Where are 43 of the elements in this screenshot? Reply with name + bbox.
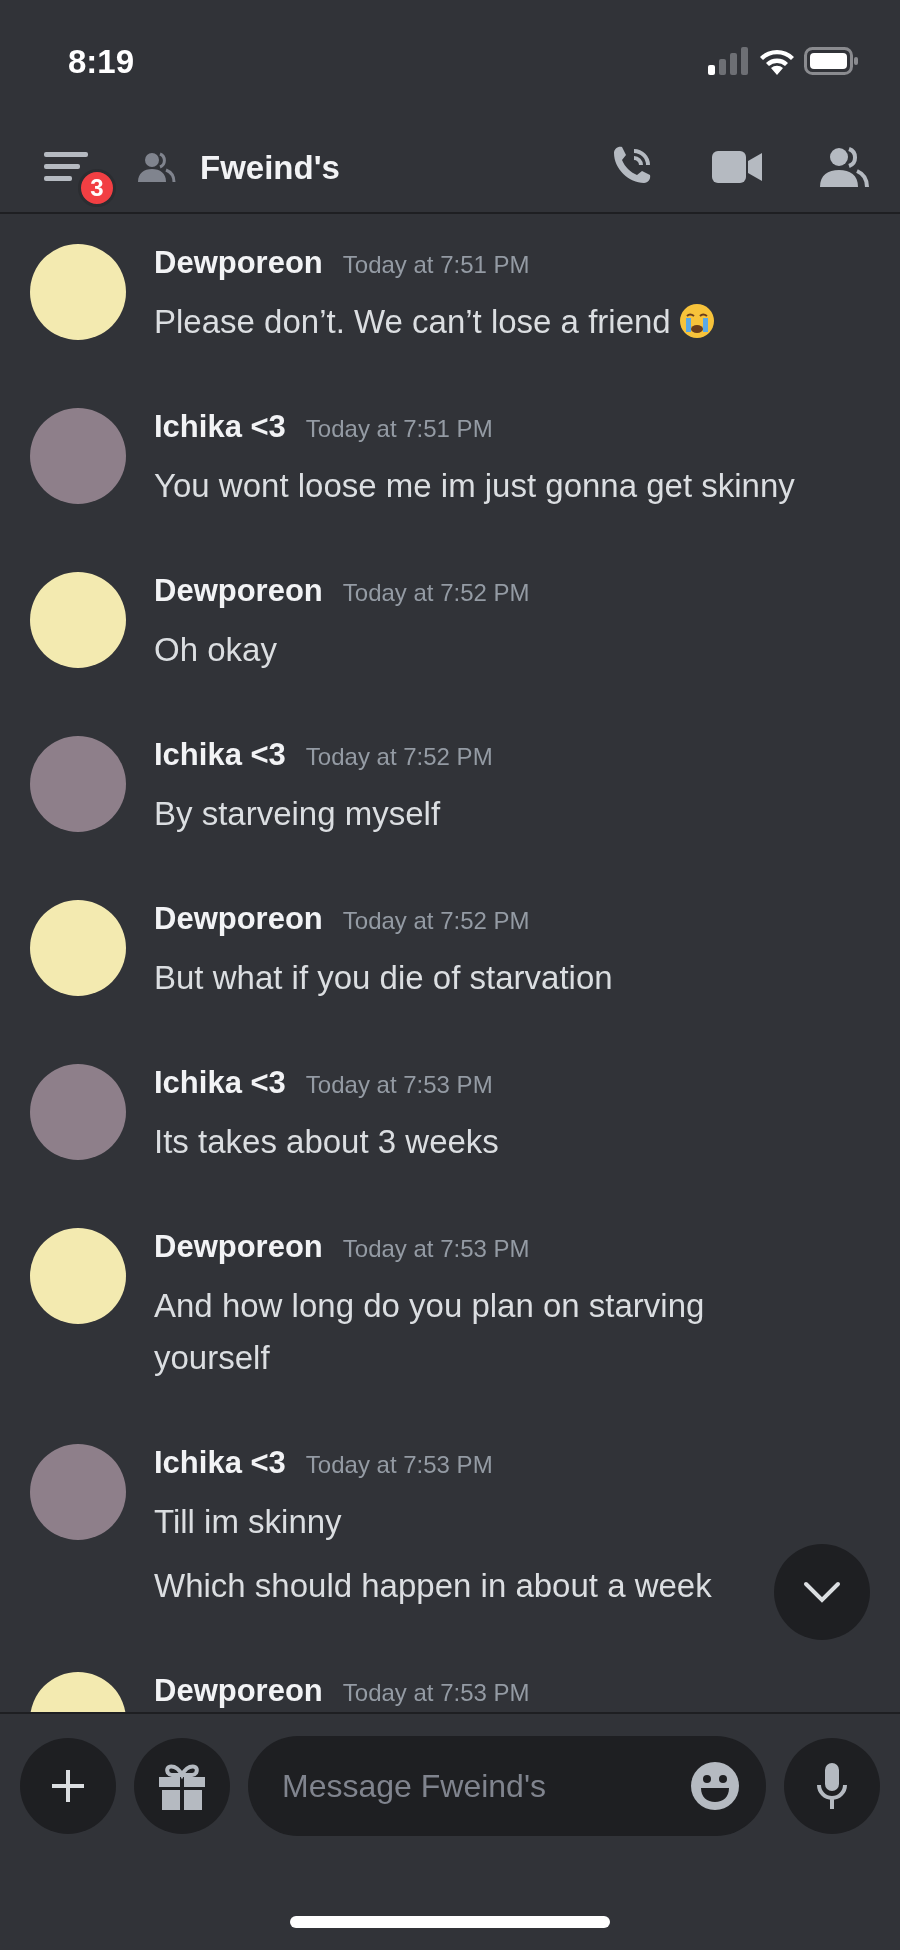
members-button[interactable] bbox=[820, 147, 870, 188]
timestamp: Today at 7:51 PM bbox=[305, 413, 493, 444]
camera-icon bbox=[712, 149, 762, 186]
author-name[interactable]: Dewporeon bbox=[154, 1667, 323, 1713]
video-button[interactable] bbox=[712, 149, 762, 186]
channel-title: Fweind's bbox=[200, 147, 340, 188]
author-name[interactable]: Ichika <3 bbox=[154, 403, 286, 451]
timestamp: Today at 7:53 PM bbox=[342, 1677, 530, 1708]
timestamp: Today at 7:53 PM bbox=[342, 1233, 530, 1264]
message-text: And how long do you plan on starving yourself bbox=[154, 1286, 705, 1376]
timestamp: Today at 7:53 PM bbox=[305, 1449, 493, 1480]
message-text: Which should happen in about a week bbox=[154, 1566, 712, 1604]
message-text: You wont loose me im just gonna get skinny bbox=[154, 466, 795, 504]
message-text: By starveing myself bbox=[154, 794, 441, 832]
microphone-icon bbox=[816, 1763, 848, 1810]
message-text: Till im skinny bbox=[154, 1502, 342, 1540]
timestamp: Today at 7:53 PM bbox=[305, 1069, 493, 1100]
timestamp: Today at 7:52 PM bbox=[305, 741, 493, 772]
signal-icon bbox=[708, 47, 750, 76]
message-text: Oh okay bbox=[154, 630, 277, 668]
author-name[interactable]: Dewporeon bbox=[154, 1223, 323, 1271]
clock: 8:19 bbox=[68, 41, 135, 82]
author-name[interactable]: Dewporeon bbox=[154, 567, 323, 615]
emoji-icon[interactable] bbox=[690, 1761, 740, 1812]
author-name[interactable]: Ichika <3 bbox=[154, 1439, 286, 1487]
notification-badge: 3 bbox=[78, 169, 116, 208]
author-name[interactable]: Dewporeon bbox=[154, 895, 323, 943]
message-text: But what if you die of starvation bbox=[154, 958, 613, 996]
wifi-icon bbox=[758, 47, 796, 76]
plus-icon bbox=[50, 1768, 86, 1805]
author-name[interactable]: Ichika <3 bbox=[154, 731, 286, 779]
timestamp: Today at 7:52 PM bbox=[342, 577, 530, 608]
battery-icon bbox=[804, 47, 860, 76]
author-name[interactable]: Ichika <3 bbox=[154, 1059, 286, 1107]
message-field[interactable]: Message Fweind's bbox=[248, 1736, 766, 1837]
chevron-down-icon bbox=[803, 1581, 841, 1604]
message-text: Please don’t. We can’t lose a friend bbox=[154, 302, 671, 340]
message-text: Its takes about 3 weeks bbox=[154, 1122, 499, 1160]
author-name[interactable]: Dewporeon bbox=[154, 239, 323, 287]
group-icon bbox=[138, 152, 176, 183]
people-icon bbox=[820, 147, 870, 188]
timestamp: Today at 7:51 PM bbox=[342, 249, 530, 280]
timestamp: Today at 7:52 PM bbox=[342, 905, 530, 936]
